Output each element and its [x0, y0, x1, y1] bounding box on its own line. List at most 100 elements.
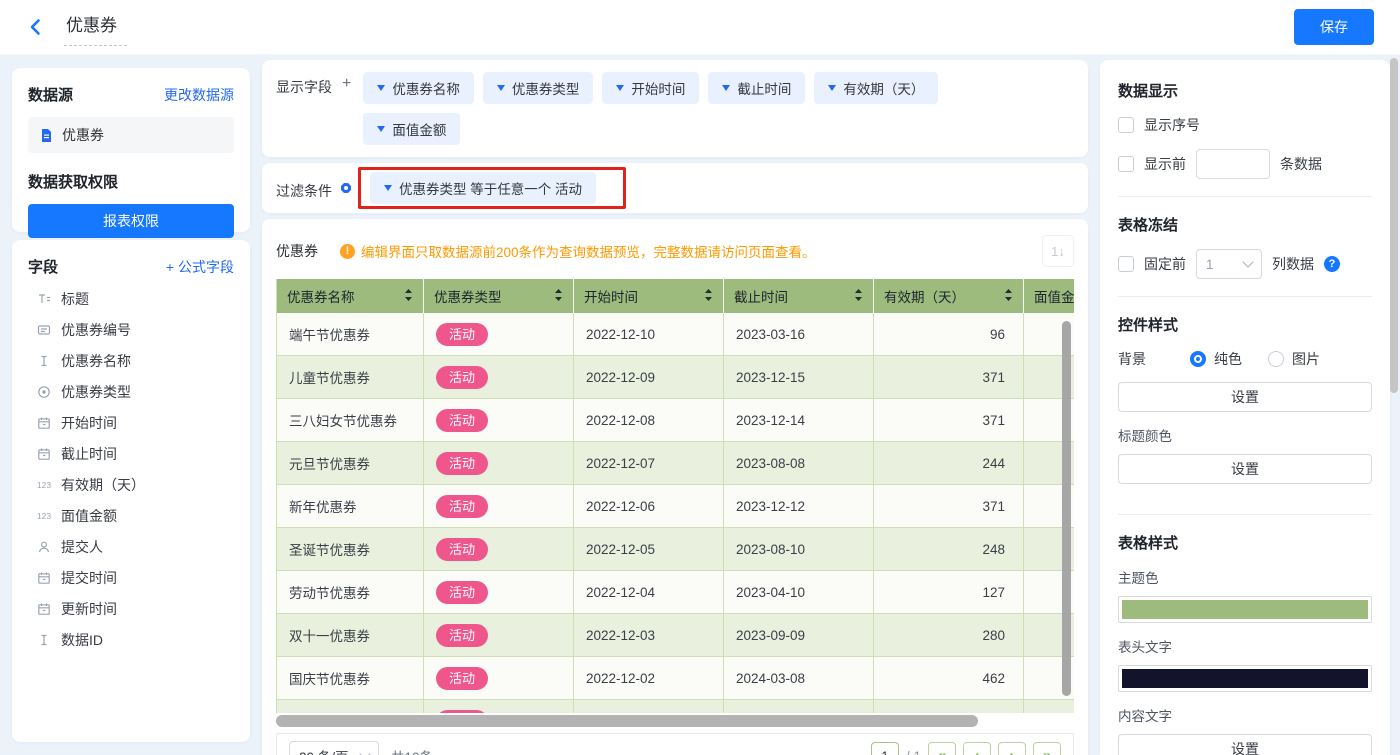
display-field-chip[interactable]: 有效期（天） [814, 72, 939, 104]
freeze-count-select[interactable]: 1 [1196, 249, 1262, 279]
type-badge: 活动 [436, 580, 489, 604]
data-table: 优惠券名称 优惠券类型 开始时间 截止时间 有效期（天） 面值金额 端午节优惠券活动 202… [276, 279, 1074, 713]
field-item-label: 更新时间 [61, 600, 117, 617]
end-cell: 2023-08-10 [724, 528, 874, 571]
days-cell: 371 [874, 399, 1024, 442]
solid-color-radio[interactable] [1190, 351, 1206, 367]
report-permission-button[interactable]: 报表权限 [28, 204, 234, 238]
table-row: 三八妇女节优惠券 活动 2022-12-08 2023-12-14 371 [277, 399, 1074, 442]
display-field-chip[interactable]: 截止时间 [708, 72, 806, 104]
person-icon [36, 539, 52, 555]
number-icon: 123 [36, 510, 52, 521]
field-item[interactable]: 截止时间 [28, 438, 234, 469]
filter-settings-gear-icon[interactable] [338, 180, 354, 196]
content-text-set-button[interactable]: 设置 [1118, 734, 1372, 755]
add-formula-field-link[interactable]: + 公式字段 [166, 257, 234, 277]
sort-arrows-icon[interactable] [704, 288, 713, 305]
field-item[interactable]: 开始时间 [28, 407, 234, 438]
datasource-item[interactable]: 优惠券 [28, 117, 234, 153]
column-header[interactable]: 优惠券类型 [424, 279, 574, 313]
field-item[interactable]: 123 面值金额 [28, 500, 234, 531]
sort-arrows-icon[interactable] [554, 288, 563, 305]
header-text-color-swatch[interactable] [1118, 665, 1372, 692]
image-radio[interactable] [1268, 351, 1284, 367]
value-cell [1024, 700, 1074, 713]
field-item[interactable]: 123 有效期（天） [28, 469, 234, 500]
field-item[interactable]: 标题 [28, 283, 234, 314]
freeze-checkbox[interactable] [1118, 256, 1134, 272]
header-text-color-label: 表头文字 [1118, 640, 1172, 655]
background-set-button[interactable]: 设置 [1118, 382, 1372, 412]
window-scrollbar[interactable] [1390, 58, 1398, 393]
document-icon [38, 127, 54, 143]
divider [1118, 296, 1372, 297]
column-header[interactable]: 开始时间 [574, 279, 724, 313]
name-cell: 劳动节优惠券 [277, 571, 424, 614]
last-page-button[interactable]: » [1033, 742, 1061, 755]
sort-arrows-icon[interactable] [1004, 288, 1013, 305]
calendar-icon [36, 601, 52, 617]
column-header-label: 截止时间 [734, 290, 788, 305]
name-cell: 新年优惠券 [277, 485, 424, 528]
days-cell: 244 [874, 442, 1024, 485]
permission-heading: 数据获取权限 [28, 174, 119, 191]
table-body: 端午节优惠券 活动 2022-12-10 2023-03-16 96 儿童节优惠券 活动 20… [277, 313, 1074, 713]
field-item[interactable]: 数据ID [28, 624, 234, 655]
field-item[interactable]: 提交时间 [28, 562, 234, 593]
field-item[interactable]: 提交人 [28, 531, 234, 562]
add-display-field-button[interactable]: + [342, 72, 351, 145]
field-item[interactable]: 优惠券类型 [28, 376, 234, 407]
name-cell: 三八妇女节优惠券 [277, 399, 424, 442]
column-header[interactable]: 有效期（天） [874, 279, 1024, 313]
chevron-down-icon [359, 748, 371, 755]
field-item-label: 截止时间 [61, 445, 117, 462]
field-item-label: 提交时间 [61, 569, 117, 586]
sort-arrows-icon[interactable] [404, 288, 413, 305]
vertical-scrollbar[interactable] [1062, 321, 1071, 696]
table-row: 元旦节优惠券 活动 2022-12-07 2023-08-08 244 [277, 442, 1074, 485]
display-field-chip[interactable]: 优惠券名称 [363, 72, 474, 104]
page-size-select[interactable]: 20 条/页 [289, 741, 379, 755]
total-count: 共10条 [391, 746, 433, 755]
start-cell: 2022-12-02 [574, 657, 724, 700]
name-cell: 端午节优惠券 [277, 313, 424, 356]
field-item[interactable]: 优惠券编号 [28, 314, 234, 345]
display-field-chip[interactable]: 优惠券类型 [482, 72, 594, 104]
column-header[interactable]: 面值金额 [1024, 279, 1074, 313]
horizontal-scrollbar[interactable] [276, 715, 979, 727]
prev-page-button[interactable]: ‹ [963, 742, 991, 755]
show-first-checkbox[interactable] [1118, 156, 1134, 172]
display-field-chip[interactable]: 面值金额 [363, 113, 461, 145]
theme-color-swatch[interactable] [1118, 596, 1372, 623]
end-cell: 2023-12-15 [724, 356, 874, 399]
first-page-button[interactable]: « [928, 742, 956, 755]
change-datasource-link[interactable]: 更改数据源 [164, 85, 234, 105]
column-header[interactable]: 截止时间 [724, 279, 874, 313]
display-fields-label: 显示字段 [276, 79, 332, 95]
sort-arrows-icon[interactable] [854, 288, 863, 305]
page-number-input[interactable] [870, 742, 899, 755]
title-color-set-button[interactable]: 设置 [1118, 454, 1372, 484]
pagination-bar: 20 条/页 共10条 / 1 « ‹ › » [276, 733, 1074, 755]
next-page-button[interactable]: › [998, 742, 1026, 755]
show-first-count-input[interactable] [1196, 149, 1270, 179]
table-header-row: 优惠券名称 优惠券类型 开始时间 截止时间 有效期（天） 面值金额 [277, 279, 1074, 313]
sort-order-icon[interactable]: 1↓ [1042, 235, 1074, 267]
back-icon[interactable] [26, 16, 48, 38]
end-cell: 2023-08-08 [724, 442, 874, 485]
field-item[interactable]: 更新时间 [28, 593, 234, 624]
help-icon[interactable]: ? [1324, 256, 1340, 272]
field-item-label: 提交人 [61, 538, 103, 555]
end-cell: 2023-12-14 [724, 399, 874, 442]
filter-condition-chip[interactable]: 优惠券类型 等于任意一个 活动 [370, 172, 597, 204]
field-item[interactable]: 优惠券名称 [28, 345, 234, 376]
content-text-label: 内容文字 [1118, 709, 1172, 724]
display-field-chip[interactable]: 开始时间 [602, 72, 700, 104]
show-index-checkbox[interactable] [1118, 117, 1134, 133]
type-badge: 活动 [436, 494, 489, 518]
save-button[interactable]: 保存 [1294, 9, 1374, 45]
column-header[interactable]: 优惠券名称 [277, 279, 424, 313]
freeze-heading: 表格冻结 [1118, 217, 1179, 234]
start-cell: 2022-12-03 [574, 614, 724, 657]
field-item-label: 开始时间 [61, 414, 117, 431]
